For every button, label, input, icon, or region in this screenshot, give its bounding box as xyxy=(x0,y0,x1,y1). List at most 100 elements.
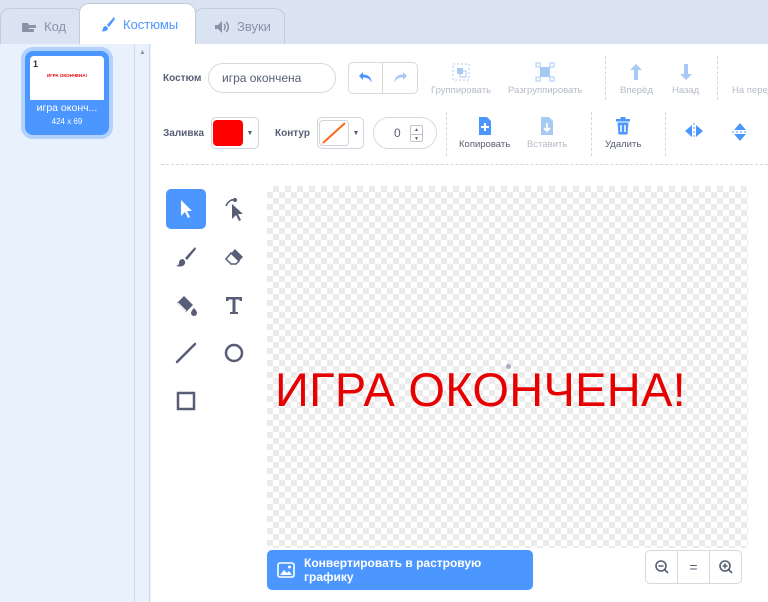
fill-color-swatch xyxy=(213,120,243,146)
paste-label: Вставить xyxy=(527,139,568,150)
costume-thumbnail: 1 ИГРА ОКОНЧЕНА! xyxy=(30,56,104,100)
toolbar-separator xyxy=(161,164,768,165)
costume-size: 424 x 69 xyxy=(51,117,83,126)
undo-button[interactable] xyxy=(349,63,384,93)
speaker-icon xyxy=(214,20,230,34)
circle-icon xyxy=(224,343,244,363)
tab-code[interactable]: Код xyxy=(0,8,84,44)
eraser-icon xyxy=(224,249,243,265)
tab-costumes-label: Костюмы xyxy=(123,16,179,32)
zoom-out-icon xyxy=(654,560,669,574)
image-icon xyxy=(277,562,295,578)
copy-label: Копировать xyxy=(459,139,511,150)
zoom-controls: = xyxy=(645,550,742,584)
backward-label: Назад xyxy=(672,85,700,96)
copy-button[interactable]: Копировать xyxy=(459,114,510,150)
rectangle-icon xyxy=(176,391,196,411)
tab-sounds-label: Звуки xyxy=(237,19,271,34)
canvas-text[interactable]: ИГРА ОКОНЧЕНА! xyxy=(275,362,686,417)
undo-icon xyxy=(358,72,371,83)
fill-tool[interactable] xyxy=(166,285,206,325)
reshape-icon xyxy=(225,198,243,221)
trash-icon xyxy=(616,117,631,135)
paint-bucket-icon xyxy=(177,296,197,316)
brush-tool[interactable] xyxy=(166,237,206,277)
brush-icon xyxy=(176,247,196,267)
outline-width-input[interactable]: 0 ▲ ▼ xyxy=(373,117,437,149)
fill-color-picker[interactable]: ▼ xyxy=(211,117,259,149)
delete-button[interactable]: Удалить xyxy=(605,114,641,150)
outline-color-swatch xyxy=(319,120,349,146)
zoom-out-button[interactable] xyxy=(646,551,678,583)
flip-vertical-icon xyxy=(732,123,748,141)
costume-item[interactable]: 1 ИГРА ОКОНЧЕНА! игра оконч... 424 x 69 xyxy=(25,51,109,135)
arrow-up-icon xyxy=(630,64,643,80)
flip-horizontal-icon xyxy=(685,123,703,139)
toolbar-divider xyxy=(605,56,606,100)
costume-list: 1 ИГРА ОКОНЧЕНА! игра оконч... 424 x 69 xyxy=(0,44,135,602)
tab-code-label: Код xyxy=(44,19,67,34)
toolbar-divider xyxy=(446,112,447,156)
editor-tabs: Код Костюмы Звуки xyxy=(0,0,768,44)
backward-button[interactable]: Назад xyxy=(672,60,699,96)
tab-costumes[interactable]: Костюмы xyxy=(79,3,196,44)
select-tool[interactable] xyxy=(166,189,206,229)
text-t-icon xyxy=(226,297,242,314)
equals-icon: = xyxy=(689,559,698,575)
redo-icon xyxy=(394,72,407,83)
costume-number: 1 xyxy=(33,59,39,69)
forward-label: Вперёд xyxy=(620,85,653,96)
undo-redo-group xyxy=(348,62,418,94)
costume-list-scrollbar[interactable]: ▲ xyxy=(135,44,150,602)
flip-vertical-button[interactable] xyxy=(731,121,749,143)
circle-tool[interactable] xyxy=(214,333,254,373)
ungroup-button[interactable]: Разгруппировать xyxy=(508,60,582,96)
copy-icon xyxy=(478,117,491,135)
group-button[interactable]: Группировать xyxy=(431,60,491,96)
zoom-reset-button[interactable]: = xyxy=(678,551,710,583)
costume-center-marker xyxy=(506,364,511,369)
redo-button[interactable] xyxy=(383,63,417,93)
tab-sounds[interactable]: Звуки xyxy=(193,8,285,44)
brush-icon xyxy=(100,16,116,32)
line-tool[interactable] xyxy=(166,333,206,373)
forward-button[interactable]: Вперёд xyxy=(620,60,653,96)
costume-name-input[interactable]: игра окончена xyxy=(208,63,336,93)
arrow-down-icon xyxy=(679,64,692,80)
costume-preview-text: ИГРА ОКОНЧЕНА! xyxy=(46,73,88,78)
outline-width-value: 0 xyxy=(394,126,401,140)
arrow-cursor-icon xyxy=(181,200,192,218)
text-tool[interactable] xyxy=(214,285,254,325)
outline-label: Контур xyxy=(275,128,310,139)
paint-editor: Костюм игра окончена Группировать Разгру… xyxy=(151,44,768,602)
paste-icon xyxy=(541,117,554,135)
eraser-tool[interactable] xyxy=(214,237,254,277)
chevron-down-icon: ▼ xyxy=(246,129,254,137)
outline-width-stepper[interactable]: ▲ ▼ xyxy=(410,125,423,142)
costume-name-label: Костюм xyxy=(163,73,202,84)
ungroup-label: Разгруппировать xyxy=(508,85,583,96)
toolbar-divider xyxy=(717,56,718,100)
outline-color-picker[interactable]: ▼ xyxy=(317,117,364,149)
drawing-canvas[interactable]: ИГРА ОКОНЧЕНА! xyxy=(267,186,748,548)
scroll-up-arrow-icon[interactable]: ▲ xyxy=(139,49,146,56)
convert-label: Конвертировать в растровую графику xyxy=(304,556,482,584)
zoom-in-button[interactable] xyxy=(710,551,741,583)
line-icon xyxy=(175,342,197,364)
flip-horizontal-button[interactable] xyxy=(683,122,705,140)
costume-name: игра оконч... xyxy=(36,102,98,114)
toolbar-divider xyxy=(665,112,666,156)
fill-label: Заливка xyxy=(163,128,205,139)
convert-to-bitmap-button[interactable]: Конвертировать в растровую графику xyxy=(267,550,533,590)
paste-button[interactable]: Вставить xyxy=(527,114,567,150)
group-label: Группировать xyxy=(431,85,492,96)
front-button[interactable]: На перед xyxy=(732,60,768,96)
ungroup-icon xyxy=(535,62,555,82)
toolbar-divider xyxy=(591,112,592,156)
delete-label: Удалить xyxy=(605,139,642,150)
front-label: На перед xyxy=(732,85,768,96)
rectangle-tool[interactable] xyxy=(166,381,206,421)
code-icon xyxy=(21,21,37,33)
zoom-in-icon xyxy=(718,560,733,574)
reshape-tool[interactable] xyxy=(214,189,254,229)
